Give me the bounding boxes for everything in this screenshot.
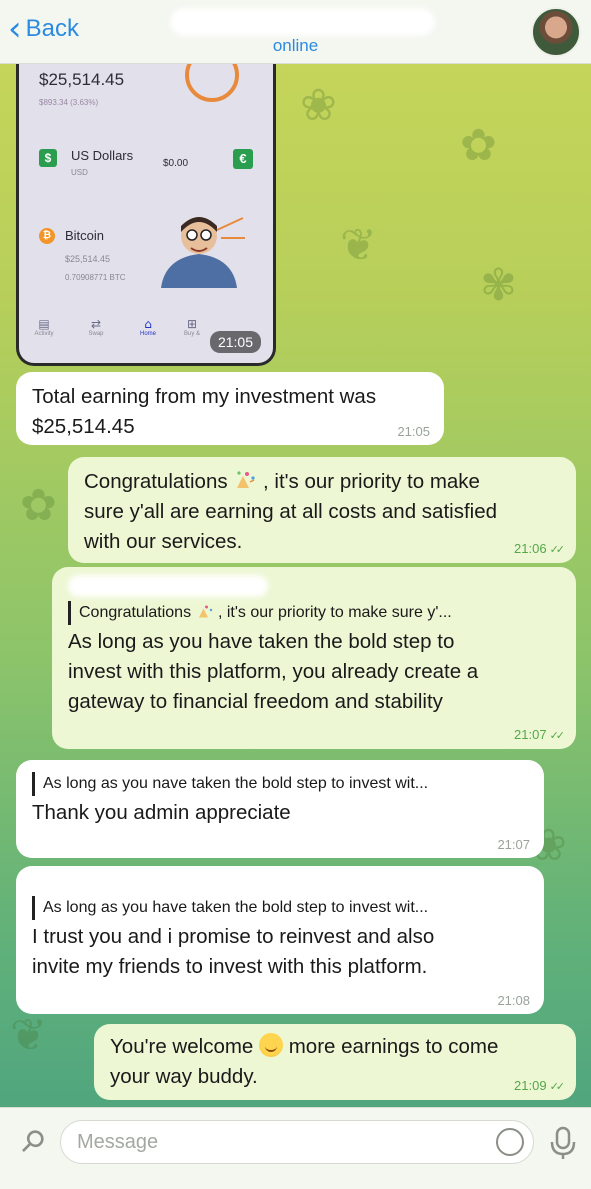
photo-change: $893.34 (3.63%) [39, 98, 99, 107]
paperclip-icon[interactable]: ⚲ [7, 1117, 58, 1168]
message-text: invite my friends to invest with this pl… [32, 955, 428, 978]
bitcoin-icon: ₿ [39, 228, 55, 244]
message-text: sure y'all are earning at all costs and … [84, 500, 497, 523]
message-text: invest with this platform, you already c… [68, 660, 479, 683]
reply-quote[interactable]: As long as you nave taken the bold step … [32, 772, 528, 796]
background-doodle: ❦ [340, 220, 377, 271]
photo-crypto-amount: 0.70908771 BTC [65, 273, 126, 282]
progress-ring [185, 64, 239, 102]
message-bubble-outgoing[interactable]: You're welcome more earnings to come you… [94, 1024, 576, 1100]
sticker-icon[interactable] [496, 1128, 524, 1156]
message-time-status: 21:09 ✓✓ [514, 1078, 566, 1094]
reply-quote[interactable]: As long as you have taken the bold step … [32, 896, 528, 920]
photo-currency-code: USD [71, 168, 88, 177]
message-input[interactable]: Message [60, 1120, 534, 1164]
message-text: Total earning from my investment was [32, 385, 377, 408]
background-doodle: ❦ [10, 1010, 47, 1061]
photo-nav-buy: ⊞ Buy & [183, 317, 200, 337]
sender-name-redacted [68, 575, 268, 597]
background-doodle: ✿ [460, 120, 497, 171]
message-text: As long as you have taken the bold step … [68, 630, 455, 653]
smile-emoji-icon [259, 1033, 284, 1057]
message-input-bar: ⚲ Message [0, 1107, 591, 1189]
message-bubble-outgoing[interactable]: Congratulations , it's our priority to m… [68, 457, 576, 563]
cartoon-sticker [161, 217, 245, 288]
photo-currency-value: $0.00 [163, 158, 189, 169]
message-time-status: 21:06 ✓✓ [514, 541, 566, 557]
photo-message[interactable]: $25,514.45 $893.34 (3.63%) $ US Dollars … [16, 64, 276, 366]
message-text: $25,514.45 [32, 415, 135, 438]
double-check-icon: ✓✓ [549, 543, 566, 556]
message-bubble-incoming-reply[interactable]: As long as you have taken the bold step … [16, 866, 544, 1014]
message-text: gateway to financial freedom and stabili… [68, 690, 443, 713]
message-text: your way buddy. [110, 1065, 258, 1088]
message-time: 21:08 [497, 993, 530, 1008]
message-time: 21:05 [397, 424, 430, 439]
message-text: Thank you admin appreciate [32, 801, 291, 824]
message-time-status: 21:07 ✓✓ [514, 727, 566, 743]
background-doodle: ❀ [300, 80, 337, 131]
dollar-icon: $ [39, 149, 57, 167]
double-check-icon: ✓✓ [549, 1080, 566, 1093]
message-text: I trust you and i promise to reinvest an… [32, 925, 435, 948]
chat-header: ‹ Back online [0, 0, 591, 64]
confetti-icon [198, 605, 212, 618]
message-text: with our services. [84, 530, 243, 553]
photo-nav-home: ⌂ Home [139, 317, 156, 337]
background-doodle: ✿ [20, 480, 57, 531]
photo-nav-swap: ⇄ Swap [88, 317, 104, 337]
microphone-icon[interactable] [548, 1126, 578, 1160]
photo-nav-activity: ▤ Activity [34, 317, 54, 337]
message-time: 21:05 [209, 331, 261, 353]
message-text: Congratulations , it's our priority to m… [84, 470, 480, 493]
photo-crypto-name: Bitcoin [65, 228, 105, 243]
reply-quote[interactable]: Congratulations , it's our priority to m… [68, 601, 560, 625]
double-check-icon: ✓✓ [549, 729, 566, 742]
confetti-icon [237, 471, 255, 488]
message-text: You're welcome more earnings to come [110, 1033, 499, 1058]
message-bubble-incoming[interactable]: Total earning from my investment was $25… [16, 372, 444, 445]
message-bubble-incoming-reply[interactable]: As long as you nave taken the bold step … [16, 760, 544, 858]
euro-icon: € [233, 149, 253, 169]
avatar[interactable] [531, 7, 581, 57]
background-doodle: ✾ [480, 260, 517, 311]
photo-balance: $25,514.45 [39, 70, 125, 89]
contact-name-redacted[interactable] [170, 8, 435, 36]
message-time: 21:07 [497, 837, 530, 852]
photo-crypto-value: $25,514.45 [65, 254, 111, 264]
contact-status: online [272, 36, 319, 55]
photo-currency-name: US Dollars [71, 148, 134, 163]
message-bubble-outgoing-reply[interactable]: Congratulations , it's our priority to m… [52, 567, 576, 749]
